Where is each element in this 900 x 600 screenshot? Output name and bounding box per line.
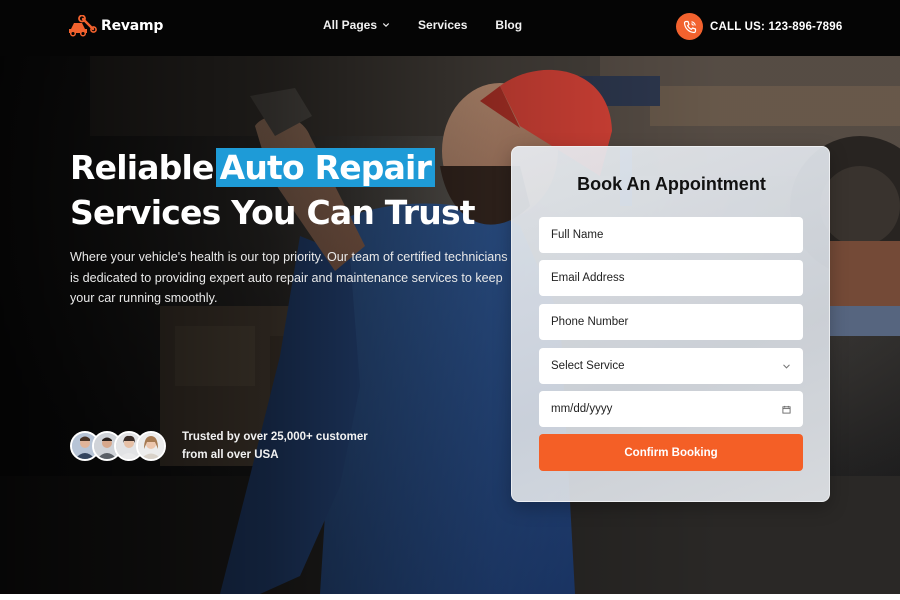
phone-icon [683,20,696,33]
email-input[interactable] [539,260,803,296]
service-select-value: Select Service [551,360,625,372]
nav-item-all-pages[interactable]: All Pages [323,18,390,32]
nav-item-services[interactable]: Services [418,18,467,32]
hero-subtext: Where your vehicle's health is our top p… [70,250,508,305]
date-input[interactable]: mm/dd/yyyy [539,391,803,427]
headline-line-2: Services You Can Trust [70,193,476,232]
phone-input[interactable] [539,304,803,340]
nav-item-label: All Pages [323,18,378,32]
chevron-down-icon [383,23,389,27]
trust-line-2: from all over USA [182,449,279,461]
call-us-text: CALL US: 123-896-7896 [710,20,843,33]
form-title: Book An Appointment [577,174,766,194]
car-wrench-logo-icon [69,15,97,37]
chevron-down-icon [783,364,790,369]
avatar [136,431,166,461]
calendar-icon[interactable] [782,405,791,414]
full-name-input[interactable] [539,217,803,253]
trust-line-1: Trusted by over 25,000+ customer [182,431,368,443]
site-header: Revamp All Pages Services Blog CALL US: … [0,0,900,56]
service-select[interactable]: Select Service [539,348,803,384]
trust-text: Trusted by over 25,000+ customer from al… [182,428,368,464]
page-divider [0,594,900,600]
hero-headline: Reliable Auto Repair Services You Can Tru… [70,145,510,235]
call-us-link[interactable]: CALL US: 123-896-7896 [676,13,842,40]
appointment-form-card: Book An Appointment Select Service mm/dd… [511,146,830,502]
confirm-booking-button[interactable]: Confirm Booking [539,434,803,471]
phone-icon-badge [676,13,703,40]
trust-block: Trusted by over 25,000+ customer from al… [70,428,368,464]
date-placeholder: mm/dd/yyyy [551,403,613,415]
nav-item-blog[interactable]: Blog [495,18,522,32]
headline-part: Reliable [70,148,214,187]
main-nav: All Pages Services Blog [323,18,522,32]
headline-highlight: Auto Repair [215,148,436,187]
customer-avatars [70,431,166,461]
logo[interactable]: Revamp [69,15,163,37]
logo-text: Revamp [101,18,164,34]
nav-item-label: Services [418,18,468,32]
nav-item-label: Blog [495,18,523,32]
